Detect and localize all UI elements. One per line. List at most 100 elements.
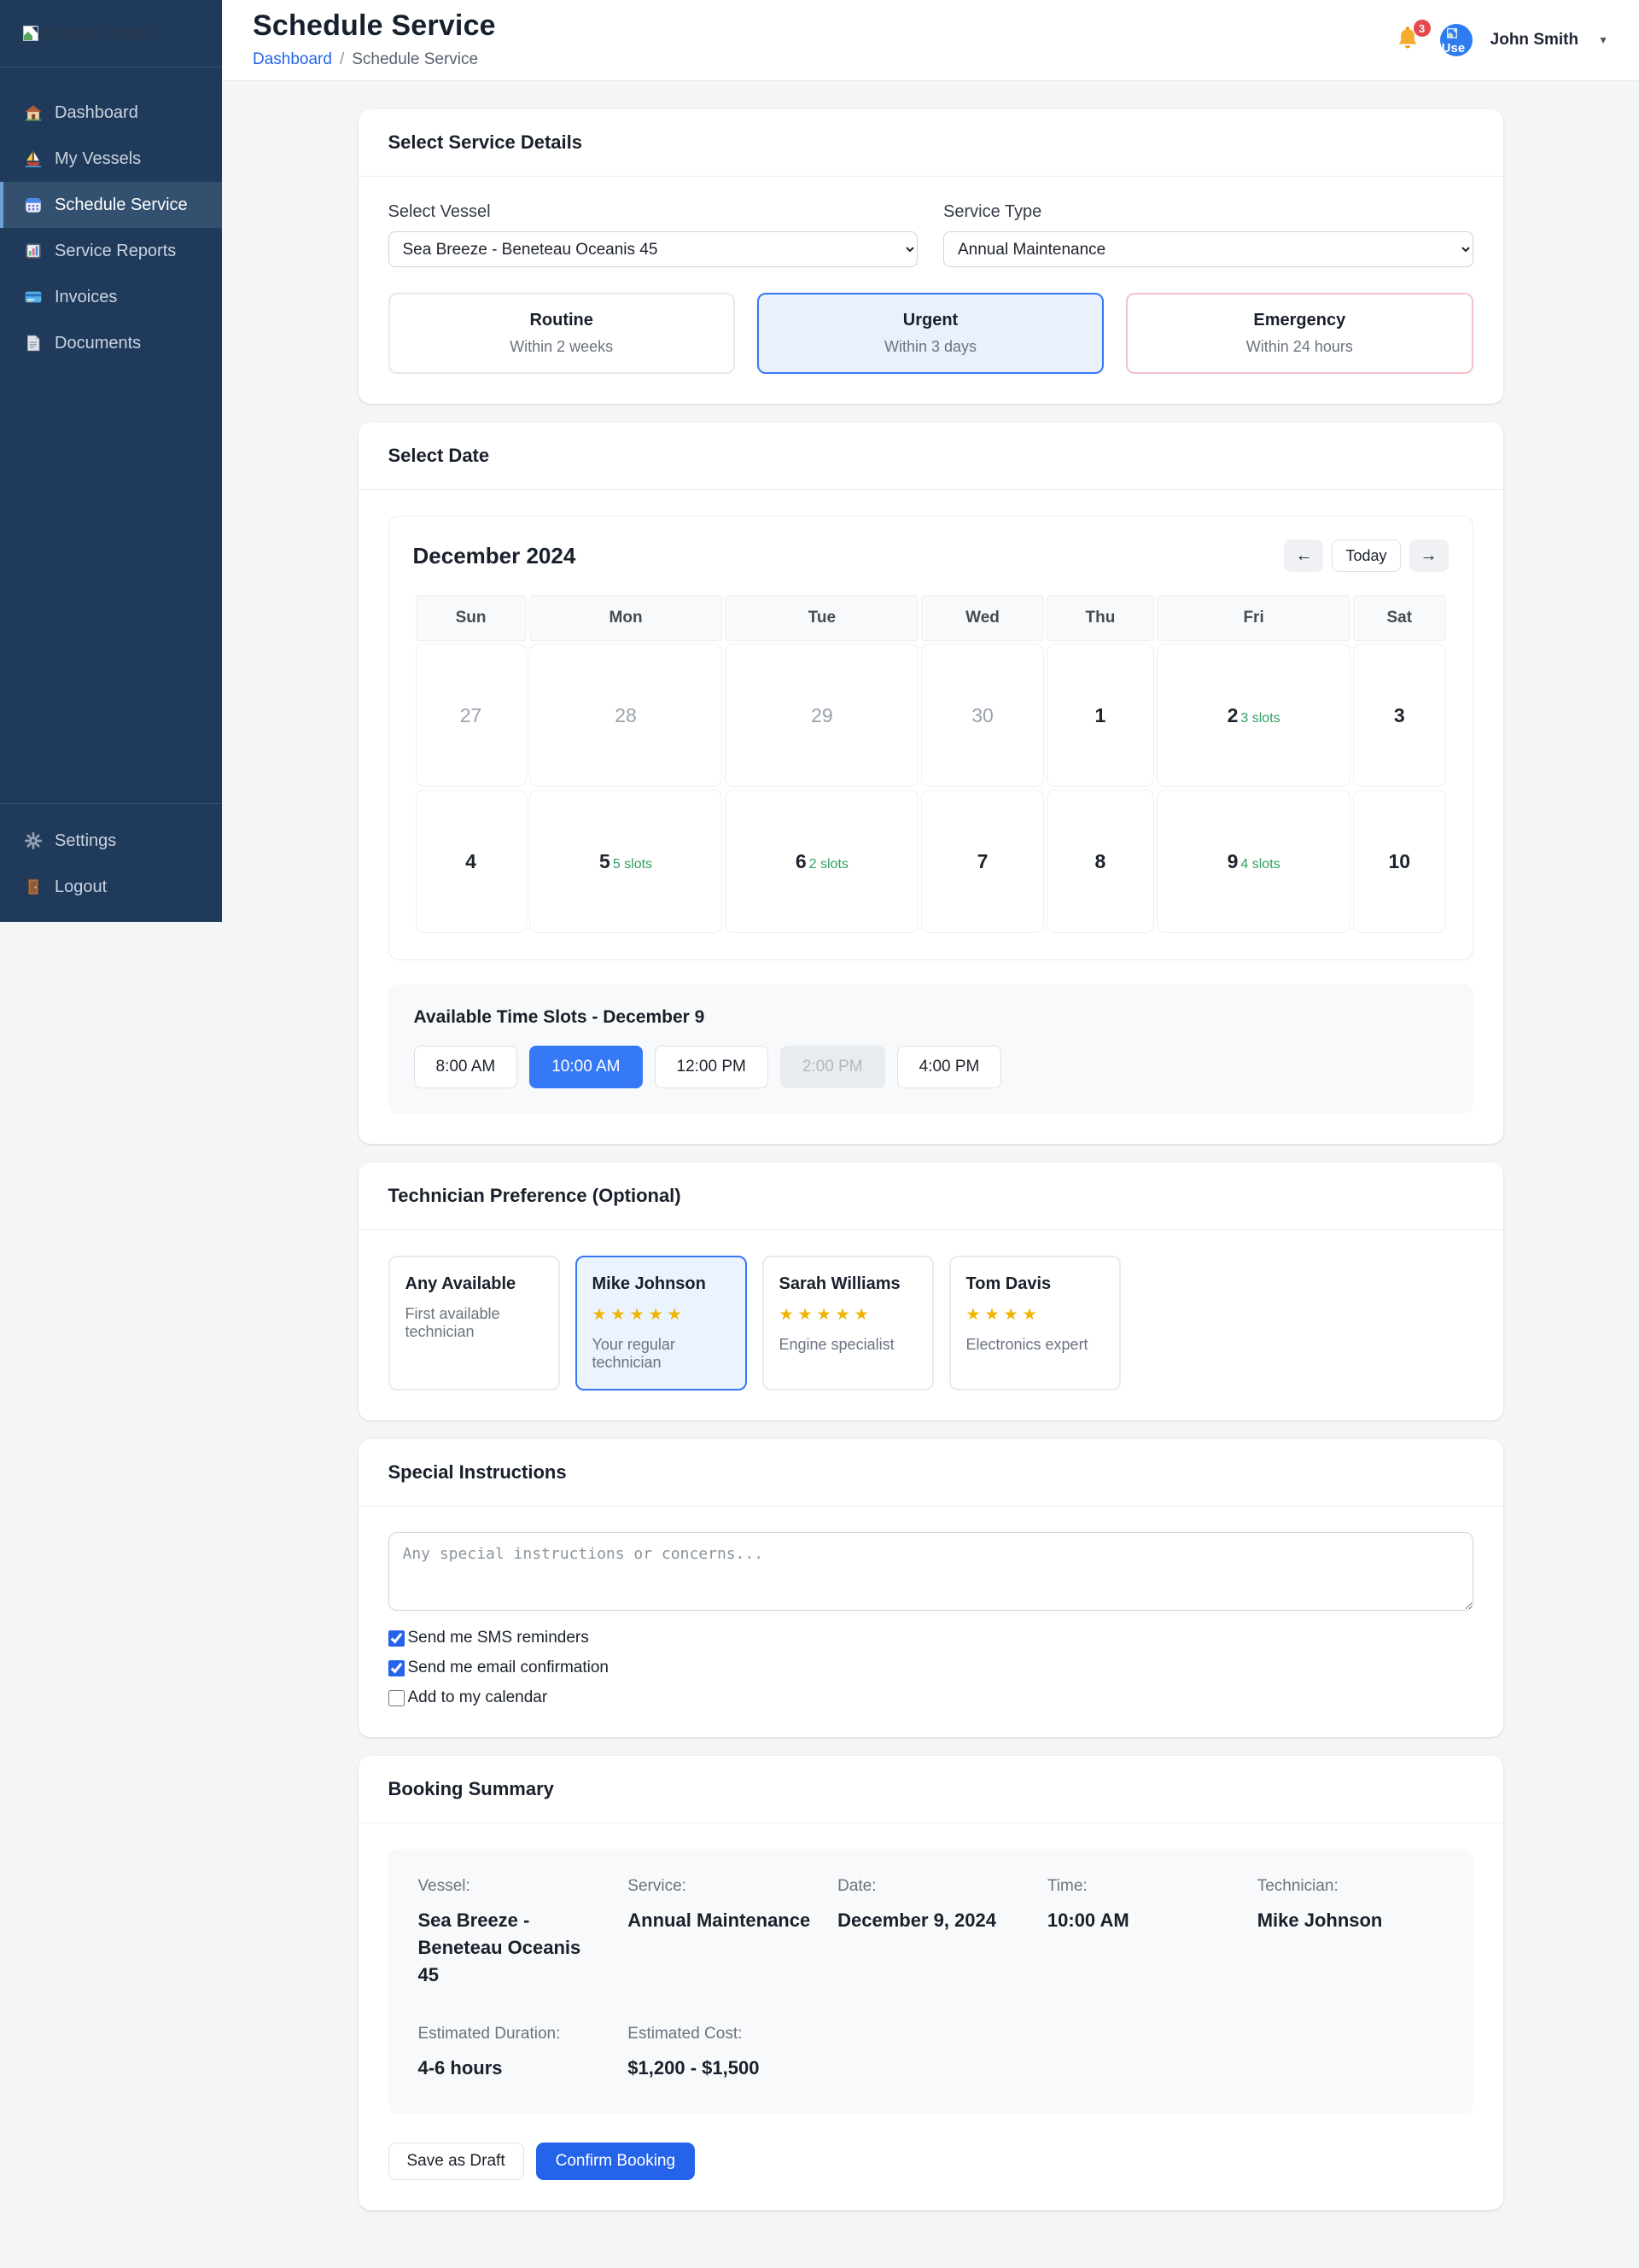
sailboat-icon	[24, 149, 43, 168]
timeslot-button[interactable]: 12:00 PM	[654, 1046, 768, 1088]
sms-reminders-checkbox[interactable]	[388, 1630, 405, 1647]
confirm-booking-button[interactable]: Confirm Booking	[535, 2142, 696, 2180]
save-as-draft-button[interactable]: Save as Draft	[388, 2142, 524, 2180]
summary-field-time: Time: 10:00 AM	[1047, 1877, 1129, 1931]
sidebar-item-dashboard[interactable]: Dashboard	[0, 90, 222, 136]
vessel-select[interactable]: Sea Breeze - Beneteau Oceanis 45	[388, 231, 918, 267]
breadcrumb-current: Schedule Service	[352, 50, 479, 68]
sidebar-item-documents[interactable]: Documents	[0, 320, 222, 366]
technician-title: Technician Preference (Optional)	[388, 1185, 681, 1206]
calendar-day-cell-selected[interactable]: 94 slots	[1157, 790, 1351, 933]
urgency-option-emergency[interactable]: Emergency Within 24 hours	[1126, 293, 1473, 374]
timeslot-button[interactable]: 8:00 AM	[413, 1046, 518, 1088]
service-type-field: Service Type Annual Maintenance	[943, 202, 1473, 267]
summary-field-date: Date: December 9, 2024	[837, 1877, 996, 1931]
sidebar-item-label: Settings	[55, 831, 117, 850]
checkbox-row: Send me SMS reminders	[388, 1629, 1473, 1647]
app-layout: HarborSmith Dashboard My Vessels Schedul…	[0, 0, 1639, 2268]
technician-option-any[interactable]: Any Available First available technician	[388, 1256, 560, 1391]
calendar-day-cell[interactable]: 1	[1046, 644, 1155, 787]
user-name[interactable]: John Smith	[1490, 31, 1578, 50]
calendar-icon	[24, 195, 43, 214]
instructions-card: Special Instructions Send me SMS reminde…	[358, 1439, 1503, 1737]
breadcrumb-dashboard-link[interactable]: Dashboard	[253, 50, 332, 68]
timeslot-button-selected[interactable]: 10:00 AM	[529, 1046, 643, 1088]
technician-card: Technician Preference (Optional) Any Ava…	[358, 1163, 1503, 1420]
calendar-next-button[interactable]: →	[1409, 539, 1449, 572]
brand: HarborSmith	[0, 0, 222, 67]
vessel-label: Select Vessel	[388, 202, 491, 221]
sidebar-item-invoices[interactable]: Invoices	[0, 274, 222, 320]
calendar-day-cell[interactable]: 10	[1353, 790, 1446, 933]
sidebar-footer: Settings Logout	[0, 803, 222, 922]
sidebar-item-label: Logout	[55, 877, 108, 896]
vessel-field: Select Vessel Sea Breeze - Beneteau Ocea…	[388, 202, 918, 267]
calendar-day-cell-available[interactable]: 62 slots	[725, 790, 919, 933]
technician-option-sarah-williams[interactable]: Sarah Williams ★★★★★ Engine specialist	[761, 1256, 934, 1391]
add-to-calendar-checkbox[interactable]	[388, 1689, 405, 1706]
timeslot-button[interactable]: 4:00 PM	[896, 1046, 1002, 1088]
calendar-day-cell[interactable]: 28	[528, 644, 723, 787]
calendar-day-cell[interactable]: 27	[415, 644, 527, 787]
weekday-header: Fri	[1157, 595, 1351, 641]
timeslots-panel: Available Time Slots - December 9 8:00 A…	[388, 984, 1473, 1114]
sidebar-item-label: Dashboard	[55, 102, 138, 122]
urgency-option-routine[interactable]: Routine Within 2 weeks	[388, 293, 735, 374]
service-type-select[interactable]: Annual Maintenance	[943, 231, 1473, 267]
instructions-title: Special Instructions	[388, 1461, 567, 1483]
breadcrumb: Dashboard / Schedule Service	[253, 50, 496, 69]
calendar-day-cell[interactable]: 4	[415, 790, 527, 933]
topbar: Schedule Service Dashboard / Schedule Serv…	[222, 0, 1639, 81]
page-title: Schedule Service	[253, 9, 496, 42]
sidebar-item-label: Documents	[55, 333, 142, 353]
slots-label: 3 slots	[1240, 710, 1280, 726]
calendar-table: Sun Mon Tue Wed Thu Fri Sat 27 28 29 30 …	[413, 592, 1449, 936]
home-icon	[24, 103, 43, 122]
credit-card-icon	[24, 288, 43, 306]
slots-label: 5 slots	[612, 856, 653, 872]
calendar-day-cell-available[interactable]: 55 slots	[528, 790, 723, 933]
email-confirmation-checkbox[interactable]	[388, 1659, 405, 1676]
document-icon	[24, 334, 43, 353]
urgency-option-urgent[interactable]: Urgent Within 3 days	[756, 293, 1105, 374]
summary-field-cost: Estimated Cost: $1,200 - $1,500	[627, 2024, 760, 2079]
main-area: Schedule Service Dashboard / Schedule Serv…	[222, 0, 1639, 2268]
sidebar-nav: Dashboard My Vessels Schedule Service Se…	[0, 67, 222, 803]
checkbox-row: Add to my calendar	[388, 1688, 1473, 1707]
weekday-header: Tue	[725, 595, 919, 641]
sidebar-item-settings[interactable]: Settings	[0, 818, 222, 864]
calendar-day-cell-available[interactable]: 23 slots	[1157, 644, 1351, 787]
sidebar-item-label: Schedule Service	[55, 195, 188, 214]
sidebar-item-my-vessels[interactable]: My Vessels	[0, 136, 222, 182]
sidebar-item-schedule-service[interactable]: Schedule Service	[0, 182, 222, 228]
select-date-card: Select Date December 2024 ← Today → Sun …	[358, 423, 1503, 1144]
bell-icon	[1395, 26, 1420, 56]
summary-field-service: Service: Annual Maintenance	[627, 1877, 811, 1931]
weekday-header: Sun	[415, 595, 527, 641]
calendar-prev-button[interactable]: ←	[1284, 539, 1324, 572]
sidebar: HarborSmith Dashboard My Vessels Schedul…	[0, 0, 222, 922]
calendar-day-cell[interactable]: 7	[921, 790, 1044, 933]
timeslots-title: Available Time Slots - December 9	[413, 1007, 705, 1027]
calendar-day-cell[interactable]: 8	[1046, 790, 1155, 933]
sidebar-item-logout[interactable]: Logout	[0, 864, 222, 910]
calendar-day-cell[interactable]: 30	[921, 644, 1044, 787]
calendar-today-button[interactable]: Today	[1332, 539, 1401, 572]
notifications-button[interactable]: 3	[1395, 20, 1431, 56]
star-rating-icons: ★★★★	[965, 1306, 1041, 1324]
avatar[interactable]: Use	[1439, 24, 1473, 56]
calendar-day-cell[interactable]: 29	[725, 644, 919, 787]
technician-option-mike-johnson[interactable]: Mike Johnson ★★★★★ Your regular technici…	[575, 1256, 747, 1391]
summary-panel: Vessel: Sea Breeze - Beneteau Oceanis 45…	[388, 1849, 1473, 2114]
technician-option-tom-davis[interactable]: Tom Davis ★★★★ Electronics expert	[948, 1256, 1121, 1391]
weekday-header: Thu	[1046, 595, 1155, 641]
calendar-day-cell[interactable]: 3	[1353, 644, 1446, 787]
special-instructions-textarea[interactable]	[388, 1532, 1473, 1611]
service-type-label: Service Type	[943, 202, 1042, 221]
door-icon	[24, 877, 43, 896]
weekday-header: Wed	[921, 595, 1044, 641]
chevron-down-icon[interactable]: ▼	[1598, 34, 1608, 46]
brand-name: HarborSmith	[42, 21, 153, 44]
sidebar-item-service-reports[interactable]: Service Reports	[0, 228, 222, 274]
service-details-card: Select Service Details Select Vessel Sea…	[358, 109, 1503, 404]
